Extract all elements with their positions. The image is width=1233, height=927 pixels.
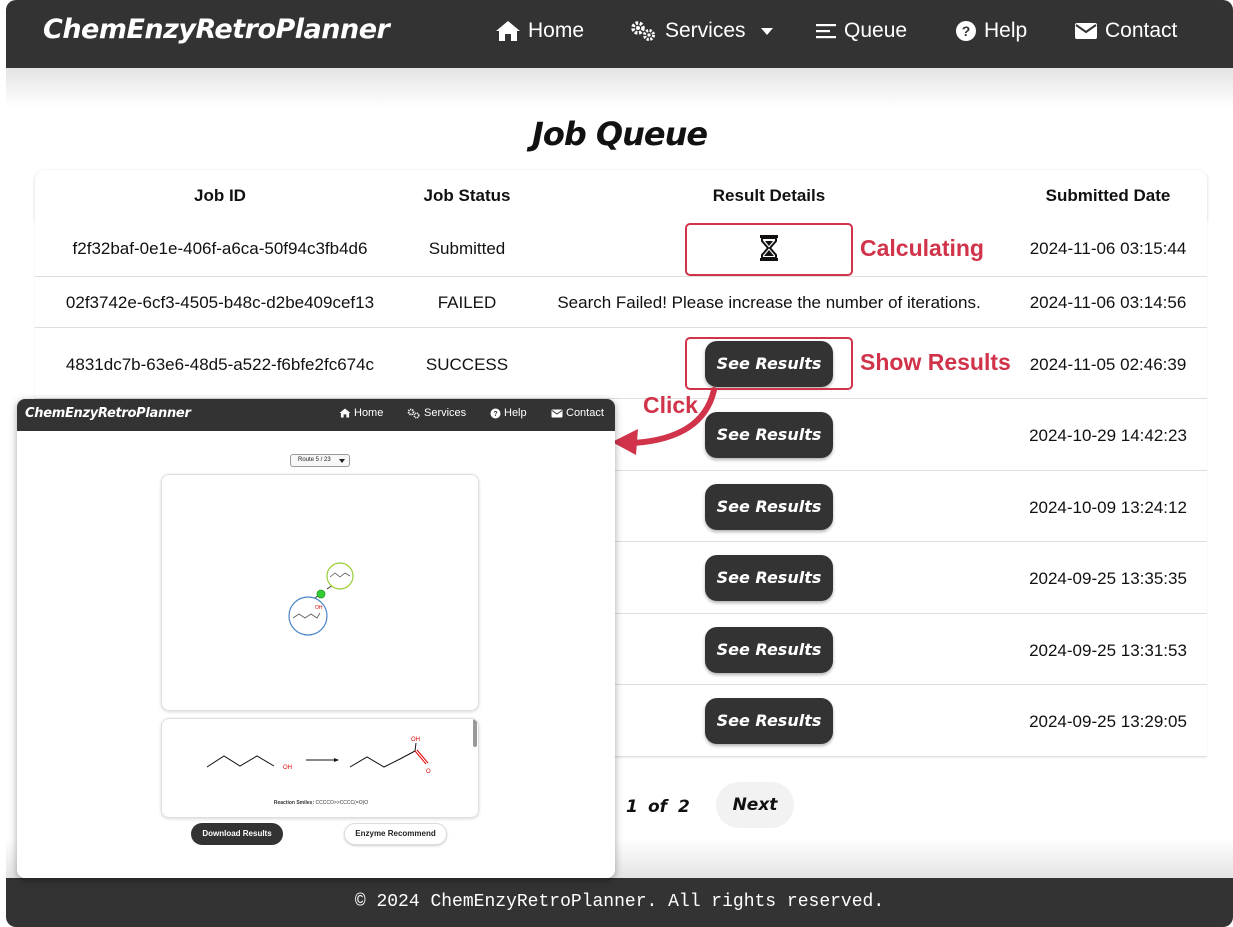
chevron-down-icon [760, 27, 773, 35]
reaction-panel-scrollbar [473, 719, 477, 747]
product-oh-label: OH [411, 737, 420, 743]
route-tree-panel: OH [161, 474, 479, 711]
nav-services[interactable]: Services [630, 19, 773, 43]
nav-help-label: Help [984, 19, 1028, 42]
nav-home[interactable]: Home [495, 19, 584, 43]
see-results-button[interactable]: See Results [705, 484, 833, 530]
inset-nav-contact: Contact [551, 407, 604, 419]
inset-nav-help-label: Help [504, 407, 527, 419]
reaction-drawing: OH OH O [206, 737, 431, 775]
inset-nav-home-label: Home [354, 407, 384, 419]
date-cell: 2024-11-05 02:46:39 [1029, 355, 1187, 374]
date-cell: 2024-11-06 03:14:56 [1029, 293, 1187, 312]
inset-nav-help: ? Help [490, 407, 527, 419]
reaction-node [316, 589, 326, 599]
job-status-cell: FAILED [437, 293, 497, 312]
date-cell: 2024-10-09 13:24:12 [1029, 498, 1187, 517]
footer: © 2024 ChemEnzyRetroPlanner. All rights … [6, 878, 1233, 927]
list-icon [816, 24, 836, 39]
header-shade [6, 68, 1233, 108]
gears-icon [631, 21, 655, 41]
date-cell: 2024-09-25 13:29:05 [1029, 712, 1187, 731]
next-page-button[interactable]: Next [716, 782, 794, 828]
inset-nav-contact-label: Contact [566, 407, 604, 419]
inset-nav-services-label: Services [424, 407, 467, 419]
result-failed-message: Search Failed! Please increase the numbe… [557, 293, 981, 312]
envelope-icon [1075, 23, 1097, 39]
table-row: 02f3742e-6cf3-4505-b48c-d2be409cef13 FAI… [35, 277, 1207, 328]
date-cell: 2024-09-25 13:35:35 [1029, 569, 1187, 588]
header-job-status: Job Status [423, 186, 511, 205]
enzyme-recommend-button: Enzyme Recommend [344, 823, 447, 845]
calculating-highlight-box [685, 223, 853, 276]
table-row: f2f32baf-0e1e-406f-a6ca-50f94c3fb4d6 Sub… [35, 220, 1207, 277]
home-icon [339, 408, 351, 418]
job-status-cell: Submitted [428, 239, 506, 258]
click-arrow-icon [612, 387, 717, 455]
product-o-label: O [426, 769, 431, 775]
nav-help[interactable]: ? Help [955, 19, 1027, 43]
brand-logo[interactable]: ChemEnzyRetroPlanner [43, 14, 390, 45]
date-cell: 2024-10-29 14:42:23 [1029, 426, 1187, 445]
chevron-down-icon [339, 459, 345, 463]
page-current: 1 [626, 797, 638, 817]
reaction-smiles-value: CCCCO>>CCCC(=O)O [315, 800, 369, 806]
see-results-button[interactable]: See Results [705, 412, 833, 458]
header-result-details: Result Details [712, 186, 826, 205]
calculating-annotation: Calculating [860, 235, 984, 261]
reaction-smiles: Reaction Smiles: CCCCO>>CCCC(=O)O [162, 800, 478, 806]
home-icon [496, 21, 520, 41]
route-select-value: Route 5 / 23 [298, 457, 331, 463]
reactant-oh-label: OH [283, 765, 292, 771]
see-results-button[interactable]: See Results [705, 698, 833, 744]
nav-services-label: Services [665, 19, 746, 42]
envelope-icon [551, 409, 563, 417]
header-job-id: Job ID [194, 186, 246, 205]
show-results-annotation: Show Results [860, 349, 1011, 375]
see-results-button[interactable]: See Results [705, 627, 833, 673]
date-cell: 2024-09-25 13:31:53 [1029, 641, 1187, 660]
route-tree-graph: OH [288, 562, 354, 636]
page-title: Job Queue [531, 115, 708, 153]
results-preview-screenshot: ChemEnzyRetroPlanner Home Services ? Hel… [17, 399, 615, 878]
svg-text:?: ? [962, 23, 971, 39]
nav-home-label: Home [528, 19, 585, 42]
page-total: 2 [678, 797, 690, 817]
gears-icon [407, 408, 420, 418]
job-id-cell: f2f32baf-0e1e-406f-a6ca-50f94c3fb4d6 [72, 239, 368, 258]
job-id-cell: 02f3742e-6cf3-4505-b48c-d2be409cef13 [65, 293, 375, 312]
download-results-button: Download Results [191, 823, 283, 845]
header-submitted-date: Submitted Date [1045, 186, 1171, 205]
job-id-cell: 4831dc7b-63e6-48d5-a522-f6bfe2fc674c [65, 355, 375, 374]
date-cell: 2024-11-06 03:15:44 [1029, 239, 1187, 258]
svg-text:?: ? [493, 411, 497, 418]
table-header: Job ID Job Status Result Details Submitt… [35, 170, 1207, 220]
reaction-smiles-label: Reaction Smiles: [273, 800, 315, 806]
reaction-panel: OH OH O Reaction Smiles: CCCCO>>CCCC(=O)… [161, 718, 479, 818]
inset-navbar: ChemEnzyRetroPlanner Home Services ? Hel… [17, 399, 615, 431]
nav-queue[interactable]: Queue [815, 19, 907, 43]
nav-contact[interactable]: Contact [1074, 19, 1177, 43]
inset-nav-services: Services [407, 407, 466, 419]
inset-nav-home: Home [339, 407, 383, 419]
page-of: of [648, 797, 668, 817]
oh-label: OH [315, 605, 323, 611]
show-results-highlight-box [685, 337, 853, 390]
inset-brand: ChemEnzyRetroPlanner [25, 406, 191, 421]
job-status-cell: SUCCESS [425, 355, 509, 374]
nav-queue-label: Queue [844, 19, 908, 42]
question-circle-icon: ? [490, 408, 501, 418]
see-results-button[interactable]: See Results [705, 555, 833, 601]
question-circle-icon: ? [956, 21, 976, 41]
top-navbar: ChemEnzyRetroPlanner Home Services Queue [6, 0, 1233, 68]
nav-contact-label: Contact [1105, 19, 1178, 42]
route-select: Route 5 / 23 [290, 454, 350, 467]
